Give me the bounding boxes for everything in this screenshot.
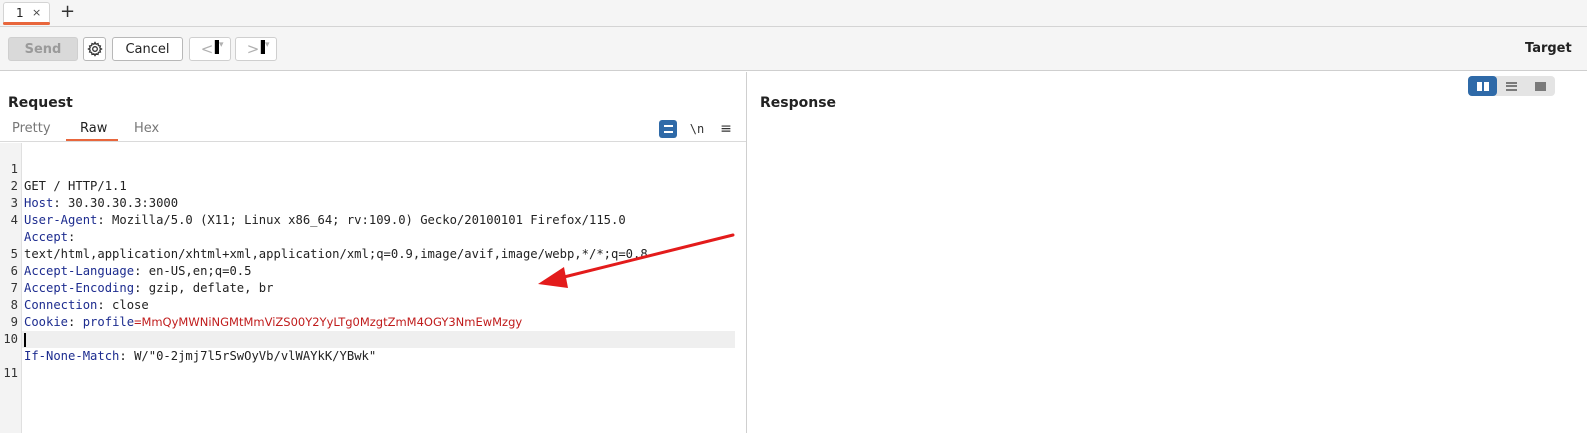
chevron-down-icon[interactable]: ▾ <box>260 40 270 54</box>
editor-line: 3 User-Agent: Mozilla/5.0 (X11; Linux x8… <box>0 178 747 227</box>
plus-icon[interactable]: + <box>60 1 75 23</box>
newline-icon[interactable]: \n <box>688 120 706 138</box>
back-arrow-icon: < <box>200 40 214 58</box>
request-view-tabs: Pretty Raw Hex \n ≡ <box>0 120 746 142</box>
tab-1[interactable]: 1 × <box>3 2 50 24</box>
editor-line: 7 Connection: close <box>0 263 747 312</box>
target-label[interactable]: Target <box>1525 41 1572 56</box>
layout-single-icon[interactable] <box>1526 76 1555 96</box>
line-number: 11 <box>3 366 18 380</box>
response-pane: Response <box>748 72 1587 433</box>
tab-active-indicator <box>3 22 50 25</box>
current-line-highlight <box>22 331 735 348</box>
editor-line: 4 Accept: <box>0 195 747 244</box>
header-value: : W/"0-2jmj7l5rSwOyVb/vlWAYkK/YBwk" <box>119 349 377 363</box>
menu-icon[interactable]: ≡ <box>717 120 735 138</box>
editor-line: 5 Accept-Language: en-US,en;q=0.5 <box>0 229 747 278</box>
editor-line: 10 If-None-Match: W/"0-2jmj7l5rSwOyVb/vl… <box>0 314 747 363</box>
editor-line: 8 Cookie: profile=MmQyMWNiNGMtMmViZS00Y2… <box>0 280 747 329</box>
send-button[interactable]: Send <box>8 37 78 61</box>
layout-split-icon[interactable] <box>1468 76 1497 96</box>
back-button[interactable]: < ▾ <box>189 37 231 61</box>
request-pane: Request Pretty Raw Hex \n ≡ 1 GET / HTTP… <box>0 72 747 433</box>
editor-line-current: 11 <box>0 331 747 380</box>
wrap-lines-icon[interactable] <box>659 120 677 138</box>
tab-strip: 1 × + <box>0 0 1587 27</box>
text-cursor <box>24 333 26 347</box>
request-title: Request <box>8 95 73 111</box>
settings-button[interactable] <box>83 37 106 61</box>
gear-icon <box>86 41 103 57</box>
tab-label: 1 <box>16 6 24 20</box>
response-title: Response <box>760 95 837 111</box>
toolbar: Send Cancel < ▾ > ▾ Target <box>0 27 1587 71</box>
chevron-down-icon[interactable]: ▾ <box>214 40 224 54</box>
tab-hex[interactable]: Hex <box>134 121 159 136</box>
editor-line: text/html,application/xhtml+xml,applicat… <box>0 212 747 261</box>
tab-pretty[interactable]: Pretty <box>12 121 51 136</box>
editor-line: 9 Upgrade-Insecure-Requests: 1 <box>0 297 747 346</box>
forward-arrow-icon: > <box>246 40 260 58</box>
editor-line: 2 Host: 30.30.30.3:3000 <box>0 161 747 210</box>
close-icon[interactable]: × <box>32 6 41 19</box>
layout-stack-icon[interactable] <box>1497 76 1526 96</box>
tab-raw[interactable]: Raw <box>80 121 107 136</box>
cancel-button[interactable]: Cancel <box>112 37 183 61</box>
editor-line: 6 Accept-Encoding: gzip, deflate, br <box>0 246 747 295</box>
layout-toggle <box>1468 76 1555 96</box>
editor-line: 1 GET / HTTP/1.1 <box>0 144 747 193</box>
subtab-active-indicator <box>66 139 118 141</box>
forward-button[interactable]: > ▾ <box>235 37 277 61</box>
